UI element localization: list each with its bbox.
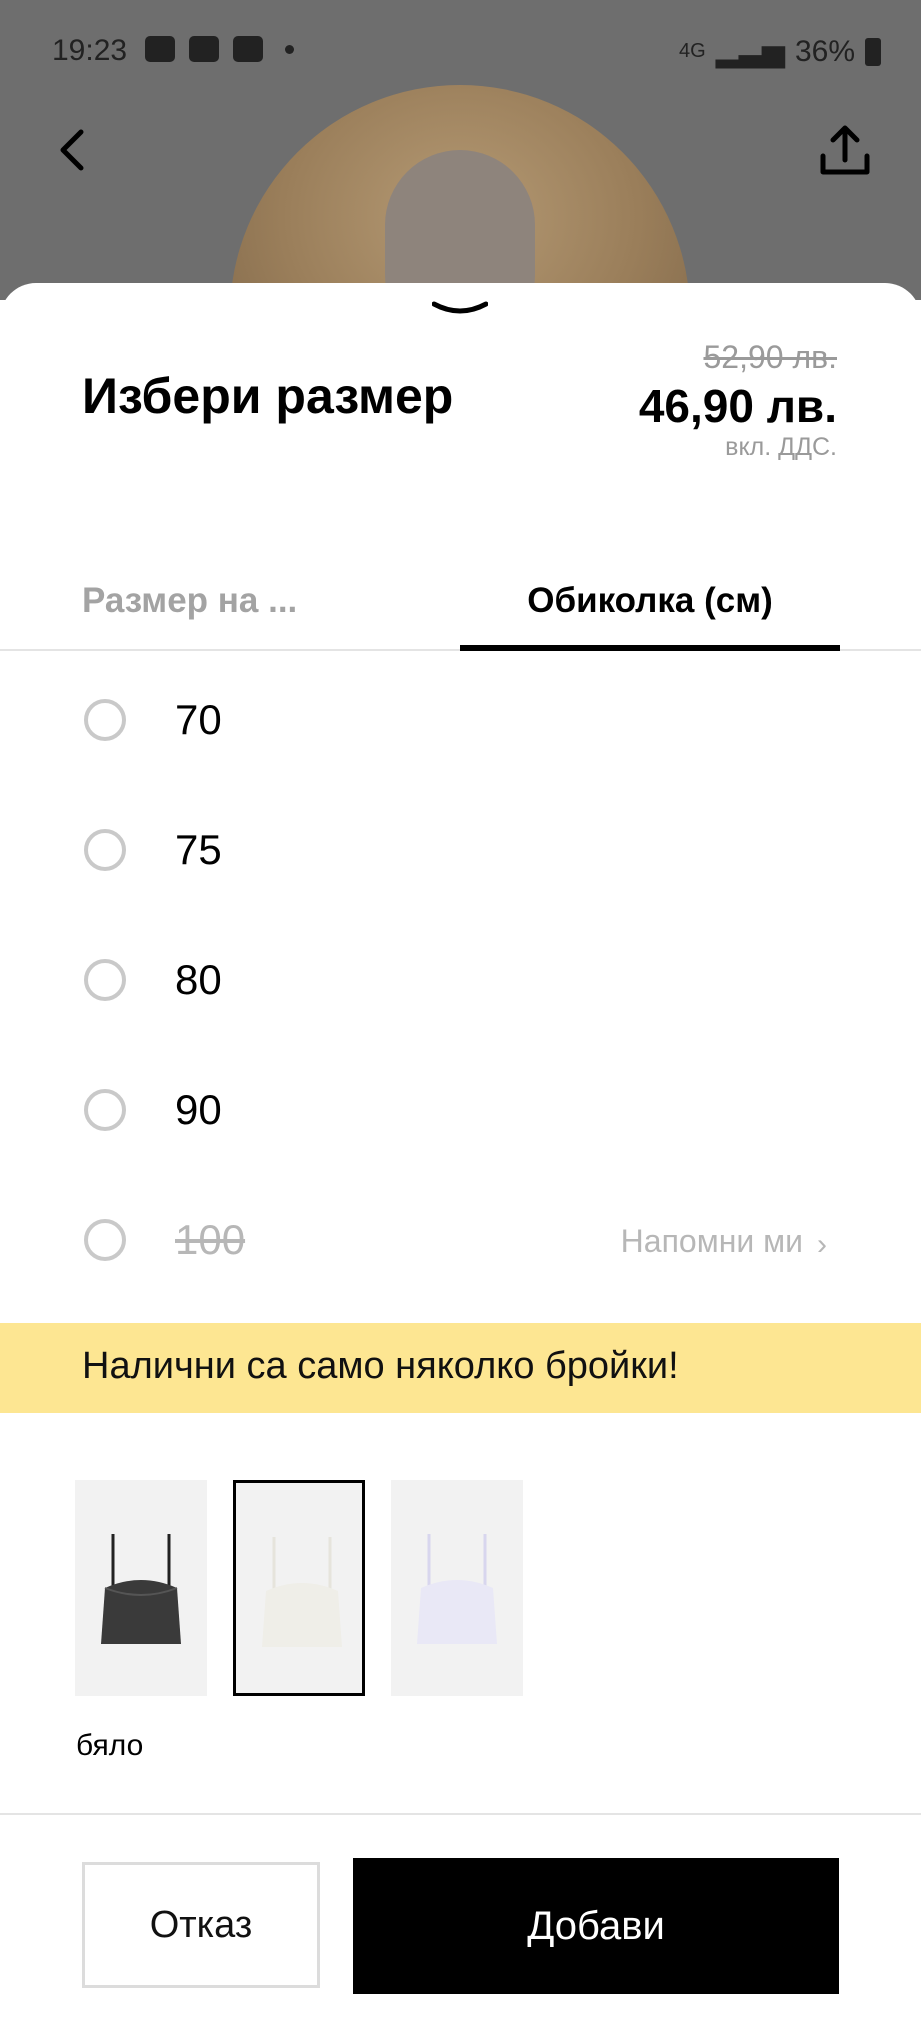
size-option-80[interactable]: 80 [0, 915, 921, 1045]
size-tabs: Размер на ... Обиколка (см) [0, 553, 921, 651]
status-time: 19:23 [52, 34, 128, 67]
tab-circumference[interactable]: Обиколка (см) [460, 553, 840, 649]
radio-button[interactable] [84, 959, 126, 1001]
radio-button[interactable] [84, 1219, 126, 1261]
size-picker-sheet: Избери размер 52,90 лв. 46,90 лв. вкл. Д… [0, 283, 921, 2036]
bralette-lilac-thumbnail [417, 1534, 497, 1644]
bralette-white-thumbnail [262, 1537, 342, 1647]
size-label: 80 [175, 956, 222, 1003]
share-icon [820, 125, 870, 175]
chevron-down-icon [431, 301, 489, 314]
active-tab-indicator [460, 645, 840, 651]
chevron-right-icon: › [817, 1228, 827, 1261]
size-option-100[interactable]: 100 Напомни ми › [0, 1175, 921, 1305]
chevron-left-icon [60, 129, 84, 171]
battery-level: 36% [794, 34, 855, 68]
color-swatch-black[interactable] [75, 1480, 207, 1696]
color-swatch-white[interactable] [233, 1480, 365, 1696]
radio-button[interactable] [84, 829, 126, 871]
gallery-icon [233, 36, 263, 62]
size-list: 70 75 80 90 100 Напомни ми › [0, 655, 921, 1305]
notification-dot-icon [285, 44, 294, 54]
model-face [385, 150, 535, 300]
battery-icon [865, 37, 881, 66]
bralette-black-thumbnail [101, 1534, 181, 1644]
share-button[interactable] [815, 120, 875, 180]
radio-button[interactable] [84, 699, 126, 741]
size-label: 75 [175, 826, 222, 873]
tab-size-type[interactable]: Размер на ... [82, 553, 422, 649]
vat-note: вкл. ДДС. [725, 433, 837, 461]
youtube-icon [145, 36, 175, 62]
color-swatch-lilac[interactable] [391, 1480, 523, 1696]
notify-me-link[interactable]: Напомни ми › [620, 1223, 827, 1261]
gmail-icon [189, 36, 219, 62]
back-button[interactable] [45, 120, 105, 180]
footer-divider [0, 1813, 921, 1815]
sheet-handle[interactable] [431, 298, 489, 320]
network-type: 4G [679, 40, 706, 62]
size-label: 90 [175, 1086, 222, 1133]
selected-color-name: бяло [76, 1729, 144, 1762]
signal-icon: ▂▃▅ [715, 35, 785, 68]
size-label: 100 [175, 1216, 246, 1263]
old-price: 52,90 лв. [703, 339, 837, 375]
size-option-90[interactable]: 90 [0, 1045, 921, 1175]
add-to-bag-button[interactable]: Добави [353, 1858, 839, 1994]
notify-me-label: Напомни ми [620, 1223, 803, 1259]
low-stock-text: Налични са само няколко бройки! [82, 1345, 679, 1387]
color-swatches [75, 1480, 523, 1696]
size-option-75[interactable]: 75 [0, 785, 921, 915]
size-option-70[interactable]: 70 [0, 655, 921, 785]
sheet-title: Избери размер [82, 368, 454, 424]
current-price: 46,90 лв. [638, 380, 837, 432]
status-bar: 19:23 4G ▂▃▅ 36% [0, 30, 921, 78]
low-stock-banner: Налични са само няколко бройки! [0, 1323, 921, 1413]
cancel-button[interactable]: Отказ [82, 1862, 320, 1988]
radio-button[interactable] [84, 1089, 126, 1131]
size-label: 70 [175, 696, 222, 743]
